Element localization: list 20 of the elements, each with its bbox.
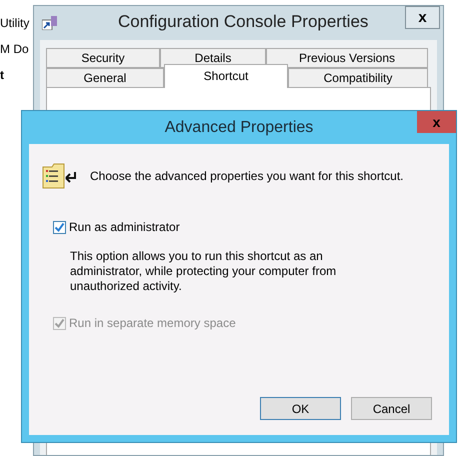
intro-text: Choose the advanced properties you want for this shortcut. [90, 168, 404, 185]
tab[interactable]: General [46, 68, 164, 88]
checkbox[interactable] [53, 220, 66, 234]
close-button[interactable]: x [417, 111, 456, 133]
list-item[interactable]: Utility [0, 14, 30, 32]
list-item[interactable]: t [0, 66, 4, 84]
shortcut-icon [42, 16, 58, 30]
dialog-title: Advanced Properties [164, 118, 314, 138]
tab[interactable]: Compatibility [288, 68, 428, 88]
list-item[interactable]: M Do [0, 40, 29, 58]
window-title: Configuration Console Properties [118, 11, 368, 34]
tab[interactable]: Previous Versions [266, 48, 428, 68]
cancel-button[interactable]: Cancel [351, 397, 432, 420]
checkbox-label[interactable]: Run as administrator [69, 218, 180, 236]
tab[interactable]: Security [46, 48, 160, 68]
ok-button[interactable]: OK [260, 397, 341, 420]
close-button[interactable]: x [405, 6, 440, 29]
option-description: This option allows you to run this shortcut as an administrator, while protecting your computer from unauthorized activity. [70, 249, 338, 294]
folder-list-icon [42, 163, 78, 189]
tab[interactable]: Shortcut [164, 64, 288, 88]
